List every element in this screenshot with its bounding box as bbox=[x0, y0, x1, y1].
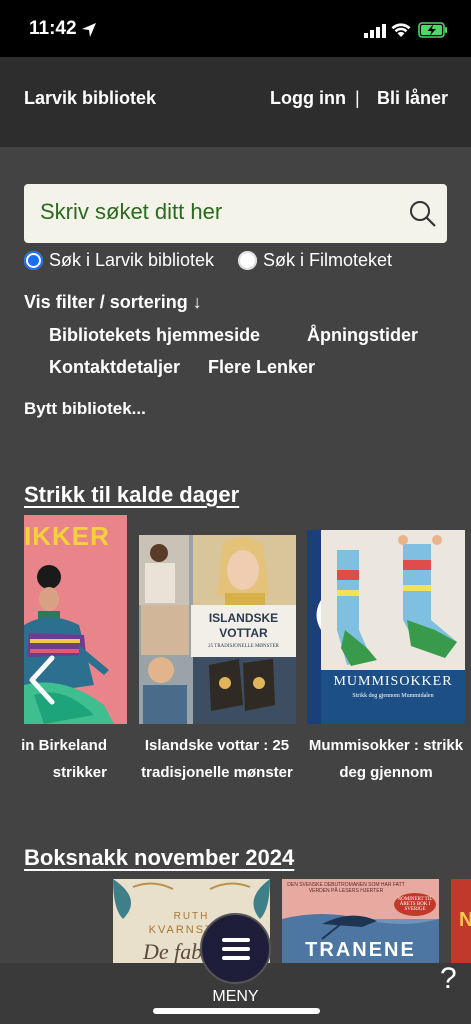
signup-link[interactable]: Bli låner bbox=[377, 88, 448, 109]
link-opening-hours[interactable]: Åpningstider bbox=[307, 325, 418, 346]
hamburger-menu-icon bbox=[222, 938, 250, 960]
caption-line: deg gjennom bbox=[339, 764, 433, 781]
book-caption-mummisokker[interactable]: Mummisokker : strikk deg gjennom bbox=[306, 732, 466, 786]
caption-line: tradisjonelle mønster bbox=[141, 764, 293, 781]
book-cover-tagline: DEN SVENSKE DEBUTROMANEN SOM HAR FATT VE… bbox=[287, 882, 405, 894]
book-cover-subtitle: 25 TRADISJONELLE MØNSTER bbox=[208, 644, 279, 649]
book-cover-title: MUMMISOKKER bbox=[333, 674, 453, 689]
book-cover-badge: NOMINERT TIL ÅRETS BOK I SVERIGE bbox=[394, 893, 436, 916]
switch-library-link[interactable]: Bytt bibliotek... bbox=[24, 399, 146, 419]
status-bar: 11:42 bbox=[0, 0, 471, 57]
home-indicator bbox=[153, 1008, 320, 1014]
location-arrow-icon bbox=[82, 23, 96, 37]
section-title-boksnakk[interactable]: Boksnakk november 2024 bbox=[24, 845, 294, 871]
book-cover-islandske-vottar[interactable]: ISLANDSKE VOTTAR 25 TRADISJONELLE MØNSTE… bbox=[139, 535, 296, 724]
status-time: 11:42 bbox=[29, 18, 77, 39]
help-button[interactable]: ? bbox=[440, 962, 457, 996]
book-cover-partial[interactable]: N bbox=[451, 879, 471, 963]
caption-line: Mummisokker : strikk bbox=[308, 737, 464, 754]
book-caption-islandske-vottar[interactable]: Islandske vottar : 25 tradisjonelle møns… bbox=[137, 732, 297, 786]
menu-button[interactable] bbox=[200, 913, 271, 984]
book-cover-title: TRANENE bbox=[305, 939, 416, 961]
filter-sort-toggle[interactable]: Vis filter / sortering ↓ bbox=[24, 292, 202, 313]
radio-unselected[interactable] bbox=[238, 250, 257, 270]
search-box[interactable]: Skriv søket ditt her bbox=[24, 184, 447, 243]
scope-option-filmoteket[interactable]: Søk i Filmoteket bbox=[238, 248, 392, 272]
battery-charging-icon bbox=[418, 22, 447, 38]
wifi-icon bbox=[391, 23, 411, 37]
section-title-knitting[interactable]: Strikk til kalde dager bbox=[24, 482, 239, 508]
search-input[interactable]: Skriv søket ditt her bbox=[40, 199, 222, 225]
caption-line: strikker bbox=[52, 764, 107, 781]
library-brand-link[interactable]: Larvik bibliotek bbox=[24, 88, 156, 109]
book-cover-title: IKKER bbox=[24, 521, 110, 551]
nav-separator: | bbox=[355, 88, 360, 108]
caption-line: Islandske vottar : 25 bbox=[144, 737, 290, 754]
book-caption-knitting-1[interactable]: in Birkeland strikker bbox=[0, 732, 107, 786]
link-more-links[interactable]: Flere Lenker bbox=[208, 357, 315, 378]
search-icon[interactable] bbox=[409, 200, 437, 228]
book-cover-subtitle: Strikk deg gjennom Mummidalen bbox=[352, 693, 434, 699]
menu-label[interactable]: MENY bbox=[0, 988, 471, 1006]
book-cover-title: ISLANDSKE VOTTAR bbox=[208, 611, 279, 640]
link-library-homepage[interactable]: Bibliotekets hjemmeside bbox=[49, 325, 260, 346]
scope-option-filmoteket-label: Søk i Filmoteket bbox=[263, 249, 393, 270]
book-cover-letter: N bbox=[459, 909, 471, 931]
login-link[interactable]: Logg inn bbox=[270, 88, 346, 109]
link-contact-details[interactable]: Kontaktdetaljer bbox=[49, 357, 180, 378]
radio-selected[interactable] bbox=[24, 250, 43, 270]
book-cover-mummisokker[interactable]: MUMMISOKKER Strikk deg gjennom Mummidale… bbox=[307, 530, 465, 724]
book-cover-tranene[interactable]: DEN SVENSKE DEBUTROMANEN SOM HAR FATT VE… bbox=[282, 879, 439, 963]
carousel-prev-chevron-icon[interactable] bbox=[26, 654, 58, 706]
scope-option-library[interactable]: Søk i Larvik bibliotek bbox=[24, 248, 214, 272]
top-nav: Larvik bibliotek Logg inn | Bli låner bbox=[0, 57, 471, 147]
cellular-signal-icon bbox=[364, 24, 386, 38]
caption-line: in Birkeland bbox=[21, 737, 107, 754]
scope-option-library-label: Søk i Larvik bibliotek bbox=[49, 249, 215, 270]
